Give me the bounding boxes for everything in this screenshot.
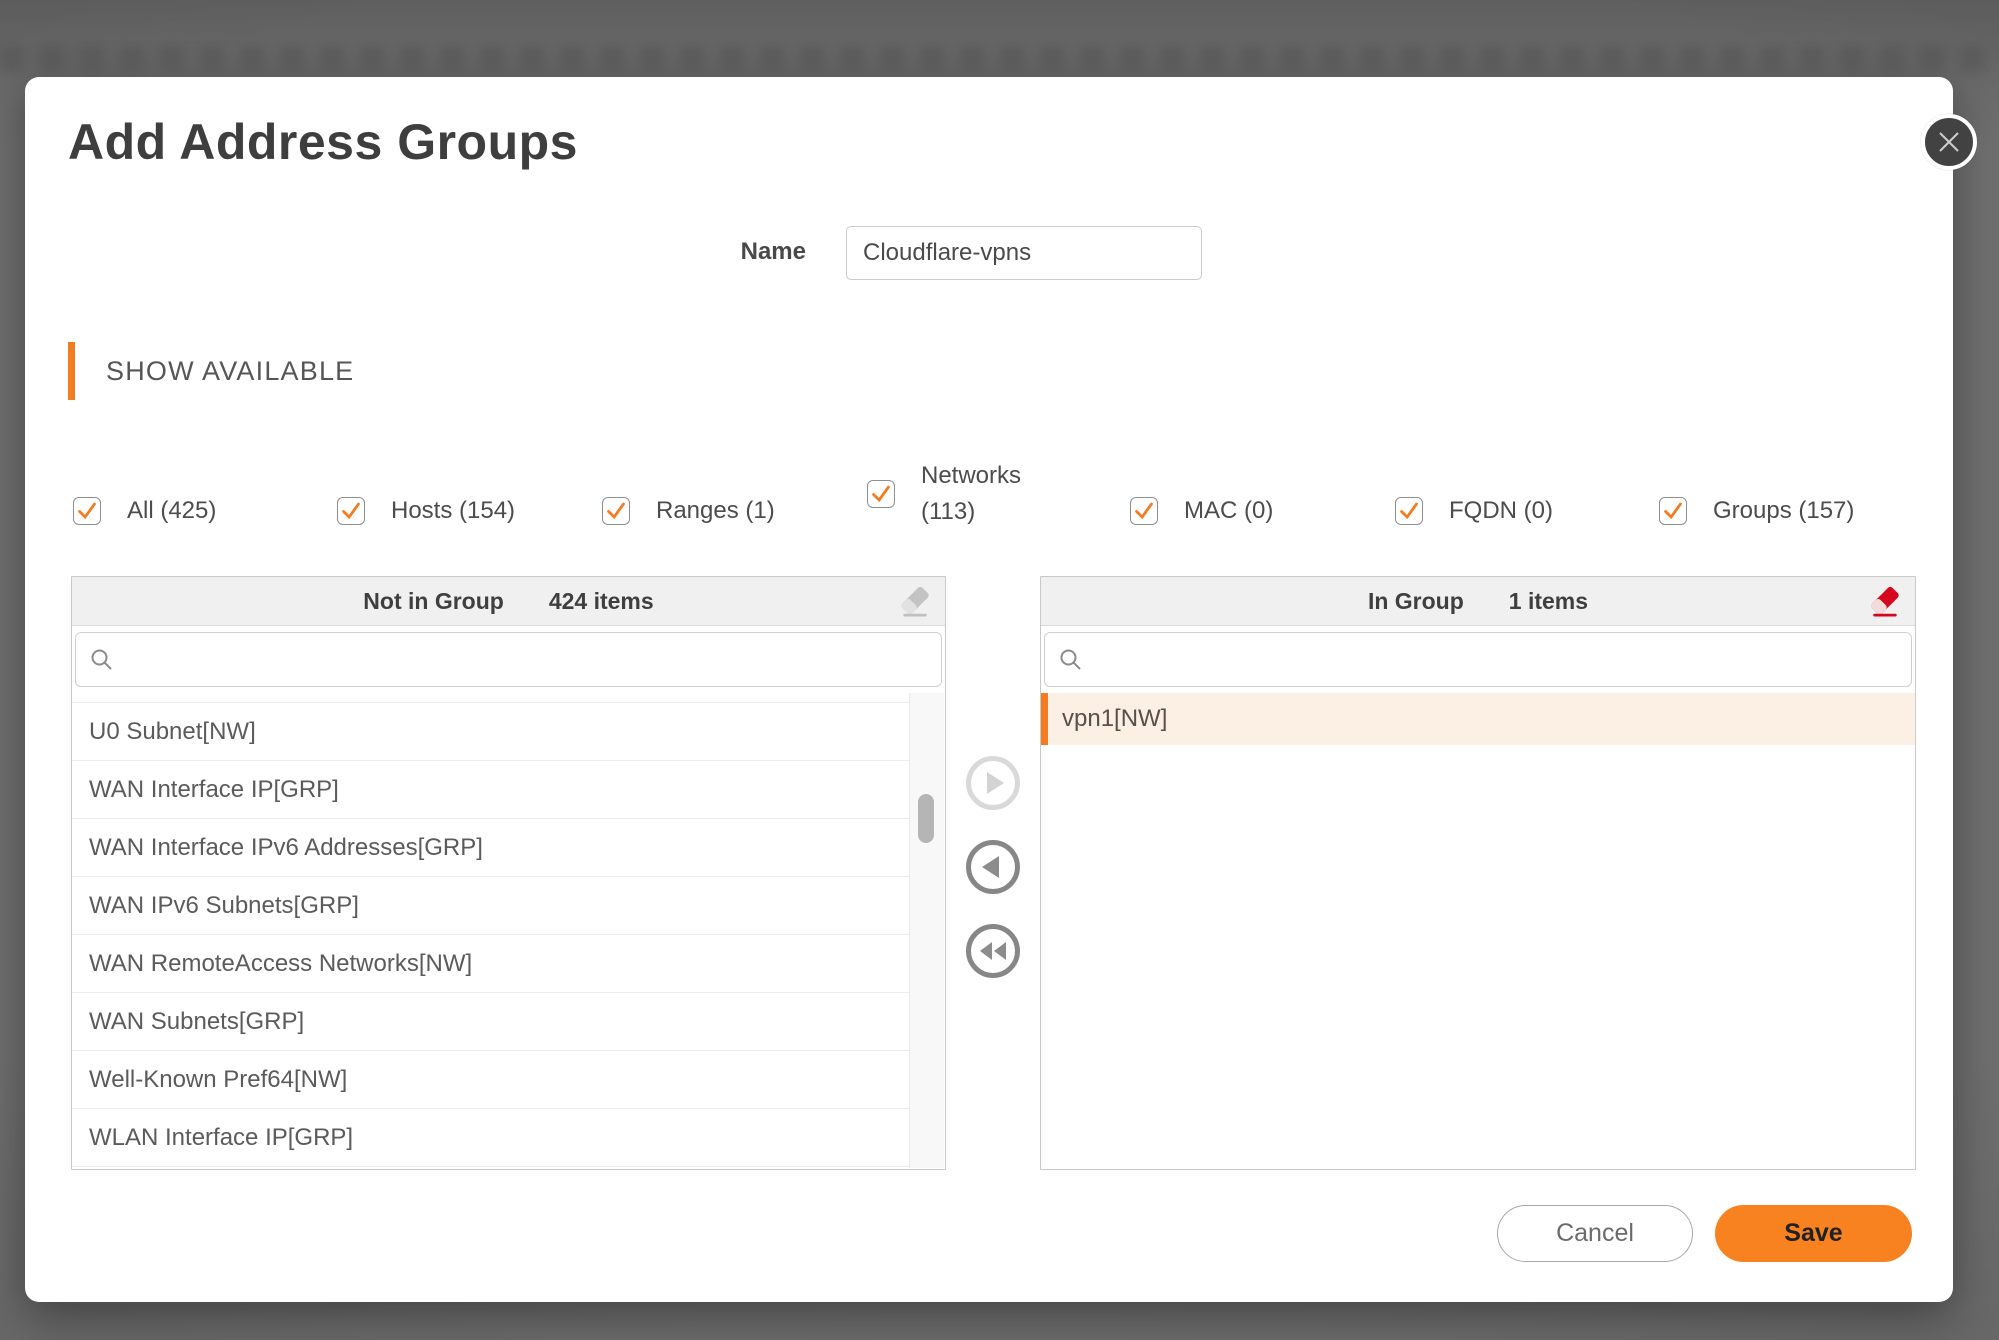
double-left-arrow-icon — [971, 929, 1015, 973]
name-input[interactable] — [846, 226, 1202, 280]
clear-selection-button[interactable] — [1867, 584, 1903, 620]
in-group-panel: In Group 1 items — [1040, 576, 1916, 1170]
list-item[interactable]: WAN RemoteAccess Networks[NW] — [72, 935, 909, 993]
dimmed-backdrop: Add Address Groups Name SHOW AVAILABLE A… — [0, 0, 1999, 1340]
checkbox-checked-icon[interactable] — [73, 497, 101, 525]
move-to-group-button[interactable] — [966, 756, 1020, 810]
filter-checkbox-ranges[interactable]: Networks Ranges (1) — [602, 483, 775, 539]
checkbox-checked-icon[interactable] — [337, 497, 365, 525]
right-arrow-icon — [971, 761, 1015, 805]
list-item-partial — [72, 693, 909, 703]
add-address-groups-dialog: Add Address Groups Name SHOW AVAILABLE A… — [25, 77, 1953, 1302]
panel-header: In Group 1 items — [1041, 577, 1915, 626]
selected-accent-bar — [1041, 693, 1048, 745]
list-item[interactable]: U0 Subnet[NW] — [72, 703, 909, 761]
filter-label: All (425) — [127, 494, 216, 528]
checkbox-checked-icon[interactable] — [867, 480, 895, 508]
filter-checkbox-hosts[interactable]: Hosts (154) — [337, 483, 515, 539]
filter-label: FQDN (0) — [1449, 494, 1553, 528]
filter-checkbox-groups[interactable]: Groups (157) — [1659, 483, 1854, 539]
clear-selection-button[interactable] — [897, 584, 933, 620]
search-box — [75, 632, 942, 687]
list-item[interactable]: WAN Interface IP[GRP] — [72, 761, 909, 819]
filter-label: Networks (113) — [921, 458, 1021, 530]
filter-label-line2: (113) — [921, 494, 1021, 530]
filter-label-line1: Networks — [921, 458, 1021, 494]
list-item-selected[interactable]: vpn1[NW] — [1041, 693, 1915, 745]
filter-label: Hosts (154) — [391, 494, 515, 528]
checkbox-checked-icon[interactable] — [602, 497, 630, 525]
scrollbar-thumb[interactable] — [918, 794, 934, 843]
filter-label: Groups (157) — [1713, 494, 1854, 528]
list-item[interactable]: WAN Subnets[GRP] — [72, 993, 909, 1051]
page-title: Add Address Groups — [68, 113, 578, 171]
panel-item-count: 424 items — [549, 588, 654, 615]
not-in-group-panel: Not in Group 424 items — [71, 576, 946, 1170]
section-heading: SHOW AVAILABLE — [106, 356, 354, 386]
section-accent-bar — [68, 342, 75, 400]
left-arrow-icon — [971, 845, 1015, 889]
list-item[interactable]: WAN Interface IPv6 Addresses[GRP] — [72, 819, 909, 877]
remove-all-from-group-button[interactable] — [966, 924, 1020, 978]
filter-label: Networks Ranges (1) — [656, 493, 775, 529]
panel-title: In Group — [1368, 588, 1464, 615]
list-item[interactable]: Well-Known Pref64[NW] — [72, 1051, 909, 1109]
save-button[interactable]: Save — [1715, 1205, 1912, 1262]
filter-checkbox-networks[interactable]: Networks (113) — [867, 449, 1021, 539]
not-in-group-list: U0 Subnet[NW] WAN Interface IP[GRP] WAN … — [72, 693, 945, 1168]
filter-checkbox-fqdn[interactable]: FQDN (0) — [1395, 483, 1553, 539]
list-item[interactable]: WAN IPv6 Subnets[GRP] — [72, 877, 909, 935]
backdrop-blurred-content — [0, 46, 1999, 72]
scrollbar-track[interactable] — [909, 693, 944, 1168]
search-icon — [90, 648, 114, 672]
panel-item-count: 1 items — [1509, 588, 1588, 615]
search-input[interactable] — [114, 633, 941, 686]
search-input[interactable] — [1083, 633, 1911, 686]
close-button[interactable] — [1921, 114, 1977, 170]
checkbox-checked-icon[interactable] — [1659, 497, 1687, 525]
name-field-label: Name — [696, 238, 806, 266]
list-item-label: vpn1[NW] — [1062, 705, 1167, 732]
checkbox-checked-icon[interactable] — [1130, 497, 1158, 525]
search-icon — [1059, 648, 1083, 672]
filter-label: MAC (0) — [1184, 494, 1273, 528]
list-item[interactable]: WLAN Interface IP[GRP] — [72, 1109, 909, 1167]
cancel-button[interactable]: Cancel — [1497, 1205, 1693, 1262]
panel-header: Not in Group 424 items — [72, 577, 945, 626]
checkbox-checked-icon[interactable] — [1395, 497, 1423, 525]
remove-from-group-button[interactable] — [966, 840, 1020, 894]
search-box — [1044, 632, 1912, 687]
panel-title: Not in Group — [363, 588, 504, 615]
eraser-icon — [899, 585, 931, 619]
filter-checkbox-mac[interactable]: MAC (0) — [1130, 483, 1273, 539]
in-group-list: vpn1[NW] — [1041, 693, 1915, 1168]
filter-checkbox-all[interactable]: All (425) — [73, 483, 216, 539]
close-icon — [1936, 129, 1962, 155]
eraser-icon-red — [1869, 585, 1901, 619]
